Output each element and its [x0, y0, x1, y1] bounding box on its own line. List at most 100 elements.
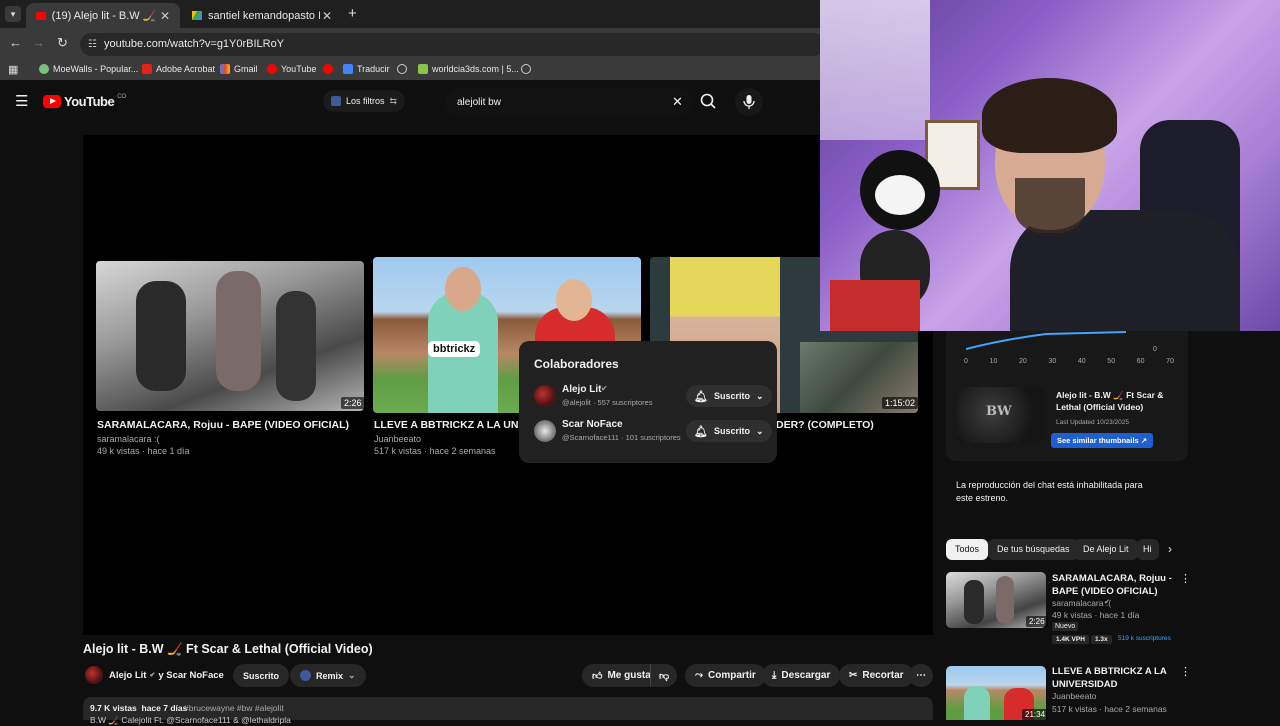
browser-tab[interactable]: santiel kemandopasto MST3 fin ✕ [182, 3, 342, 28]
description-line: B.W 🏒 Calejolit Ft. @Scarnoface111 & @le… [90, 715, 291, 725]
channel-name[interactable]: Alejo Lit [109, 670, 146, 681]
similar-thumbnails-button[interactable]: See similar thumbnails ↗ [1051, 433, 1154, 448]
tab-close-icon[interactable]: ✕ [322, 9, 332, 23]
more-options-icon[interactable]: ⋮ [1180, 665, 1191, 678]
chip-from-channel[interactable]: De Alejo Lit [1074, 539, 1138, 560]
more-options-icon[interactable]: ⋮ [1180, 572, 1191, 585]
bookmark-moewalls[interactable]: MoeWalls - Popular... [39, 64, 138, 74]
chevron-down-icon: ⌄ [755, 390, 764, 401]
chip-more[interactable]: Hi [1137, 539, 1159, 560]
bookmark-traducir[interactable]: Traducir [343, 64, 390, 74]
chip-from-searches[interactable]: De tus búsquedas [988, 539, 1079, 560]
moewalls-icon [39, 64, 49, 74]
search-input[interactable]: alejolit bw ✕ [445, 88, 692, 116]
channel-names[interactable]: Alejo Lit ✔ y Scar NoFace [109, 670, 224, 681]
subscriber-stat: 519 k suscriptores [1118, 635, 1171, 642]
search-button[interactable] [694, 88, 722, 116]
chart-zero-label: 0 [1153, 346, 1157, 353]
thumbnail-text: bbtrickz [428, 341, 481, 357]
subscribed-button[interactable]: 🔔︎ Suscrito ⌄ [686, 385, 772, 407]
chat-disabled-message: La reproducción del chat está inhabilita… [956, 480, 1143, 503]
avatar[interactable] [534, 420, 556, 442]
more-actions-button[interactable]: ⋯ [909, 664, 933, 687]
video-title: Alejo lit - B.W 🏒 Ft Scar & Lethal (Offi… [83, 642, 373, 656]
channel-suffix[interactable]: y Scar NoFace [158, 670, 223, 681]
thumbs-up-icon: 👍︎ [592, 670, 603, 682]
youtube-play-icon [43, 95, 61, 108]
voice-search-button[interactable] [735, 88, 763, 116]
collaborator-name[interactable]: Scar NoFace [562, 419, 623, 430]
verified-icon: ✔ [1104, 599, 1110, 606]
video-title[interactable]: SARAMALACARA, Rojuu - BAPE (VIDEO OFICIA… [97, 419, 349, 431]
tab-close-icon[interactable]: ✕ [160, 9, 170, 23]
bookmark-adobe-acrobat[interactable]: Adobe Acrobat [142, 64, 215, 74]
collaborator-handle: @Scarnoface111 · 101 suscriptores [562, 433, 681, 442]
video-title[interactable]: DER? (COMPLETO) [776, 419, 874, 431]
channel-name[interactable]: Juanbeeato [374, 434, 421, 444]
youtube-logo[interactable]: YouTube CO [43, 94, 126, 109]
reload-icon[interactable]: ↻ [57, 35, 68, 51]
thumbnail-text: BW [986, 404, 1012, 419]
chevron-down-icon: ⌄ [755, 425, 764, 436]
forward-icon[interactable]: → [32, 35, 45, 50]
like-button[interactable]: 👍︎ Me gusta [582, 664, 661, 687]
video-thumbnail[interactable] [96, 261, 364, 411]
related-meta: 49 k vistas · hace 1 día [1052, 610, 1140, 620]
share-icon: ⤳ [695, 670, 703, 681]
bookmark-globe-2[interactable] [521, 64, 531, 74]
youtube-icon [267, 64, 277, 74]
video-hashtags[interactable]: #brucewayne #bw #alejolit [184, 703, 284, 713]
new-tab-button[interactable]: + [348, 5, 357, 22]
bookmark-globe[interactable] [397, 64, 407, 74]
subscribed-button[interactable]: 🔔︎ Suscrito ⌄ [686, 420, 772, 442]
channel-avatar[interactable] [85, 666, 103, 684]
outlier-stat: 1.3x [1091, 635, 1112, 644]
address-bar[interactable]: ☷ youtube.com/watch?v=g1Y0rBILRoY [80, 33, 825, 56]
related-channel[interactable]: saramalacara :( [1052, 598, 1111, 608]
dislike-button[interactable]: 👎︎ [650, 664, 678, 687]
video-duration: 2:26 [1026, 616, 1048, 627]
remix-button[interactable]: Remix ⌄ [290, 664, 366, 687]
clear-search-icon[interactable]: ✕ [672, 88, 683, 116]
subscribed-button[interactable]: Suscrito [233, 664, 290, 687]
vph-stat: 1.4K VPH [1052, 635, 1089, 644]
popup-title: Colaboradores [534, 357, 619, 371]
download-icon: ⤓ [772, 670, 777, 681]
microphone-icon [743, 95, 755, 109]
menu-icon[interactable]: ☰ [15, 92, 28, 110]
video-meta: 517 k vistas · hace 2 semanas [374, 446, 496, 456]
description-box[interactable]: 9.7 K vistas hace 7 días #brucewayne #bw… [83, 697, 933, 725]
bookmark-youtube-2[interactable] [323, 64, 333, 74]
apps-grid-icon[interactable]: ▦ [8, 63, 18, 76]
video-title[interactable]: LLEVE A BBTRICKZ A LA UNIVER [374, 419, 543, 431]
related-meta: 517 k vistas · hace 2 semanas [1052, 704, 1167, 714]
bookmark-gmail[interactable]: Gmail [220, 64, 258, 74]
analysis-video-title: Alejo lit - B.W 🏒 Ft Scar & Lethal (Offi… [1056, 390, 1164, 412]
avatar[interactable] [534, 385, 556, 407]
youtube-favicon-icon [36, 11, 46, 20]
download-button[interactable]: ⤓ Descargar [762, 664, 841, 687]
share-button[interactable]: ⤳ Compartir [685, 664, 766, 687]
analytics-panel: 0 0 10 20 30 40 50 60 70 BW Alejo lit - … [946, 331, 1188, 461]
bookmark-youtube[interactable]: YouTube [267, 64, 316, 74]
collaborator-name[interactable]: Alejo Lit [562, 384, 601, 395]
tab-list-chevron-icon[interactable]: ▾ [5, 6, 21, 22]
browser-tab-active[interactable]: (19) Alejo lit - B.W 🏒 Ft Scar & ✕ [26, 3, 180, 28]
thumbs-down-icon: 👎︎ [659, 670, 670, 682]
bookmark-worldcia[interactable]: worldcia3ds.com | 5... [418, 64, 519, 74]
sliders-icon: ⇆ [389, 95, 398, 106]
related-channel[interactable]: Juanbeeato [1052, 691, 1096, 701]
site-info-icon[interactable]: ☷ [88, 33, 97, 56]
analysis-thumbnail[interactable]: BW [956, 387, 1044, 443]
back-icon[interactable]: ← [9, 35, 22, 50]
chevron-right-icon[interactable]: › [1168, 542, 1172, 556]
channel-name[interactable]: saramalacara :( [97, 434, 160, 444]
related-title[interactable]: LLEVE A BBTRICKZ A LA UNIVERSIDAD [1052, 665, 1174, 691]
clip-button[interactable]: ✂ Recortar [839, 664, 914, 687]
worldcia-icon [418, 64, 428, 74]
new-badge: Nuevo [1052, 622, 1079, 631]
chip-todos[interactable]: Todos [946, 539, 989, 560]
filters-button[interactable]: Los filtros ⇆ [323, 90, 406, 112]
translate-icon [343, 64, 353, 74]
related-title[interactable]: SARAMALACARA, Rojuu - BAPE (VIDEO OFICIA… [1052, 572, 1174, 598]
